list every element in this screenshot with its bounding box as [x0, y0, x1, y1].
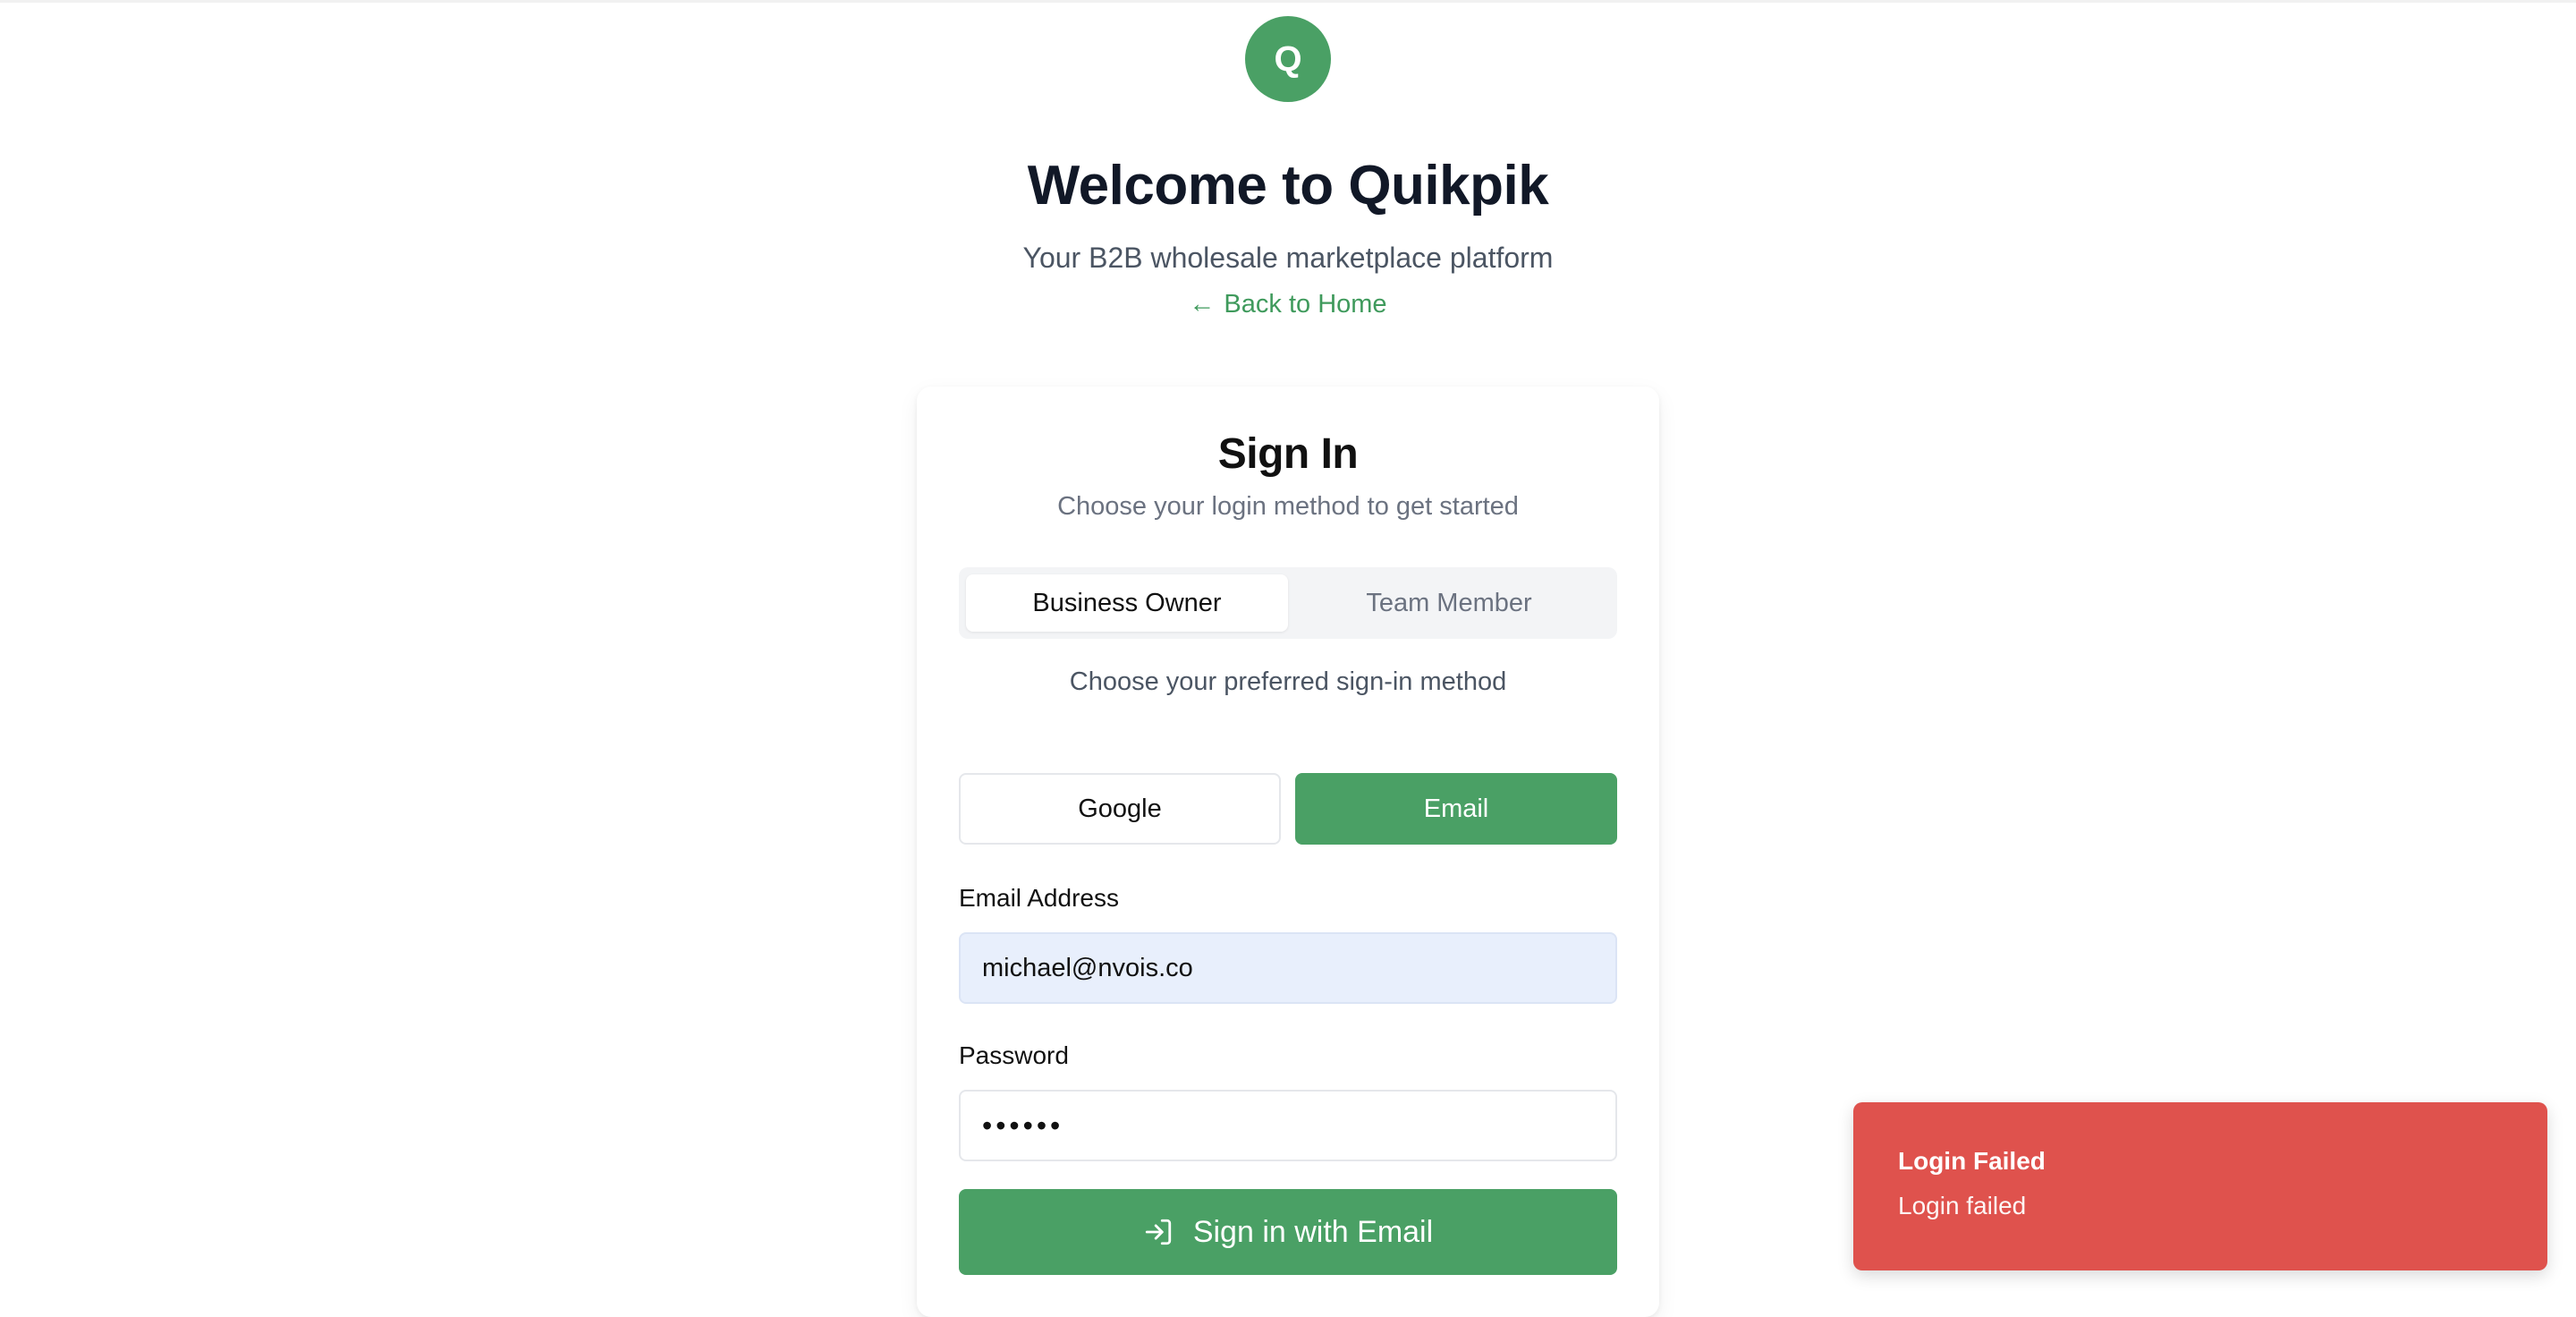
back-to-home-label: Back to Home — [1224, 290, 1387, 319]
card-title: Sign In — [1217, 430, 1359, 478]
tab-business-owner[interactable]: Business Owner — [966, 574, 1288, 632]
page-title: Welcome to Quikpik — [1027, 155, 1549, 217]
sign-in-card: Sign In Choose your login method to get … — [917, 387, 1659, 1317]
password-field-label: Password — [959, 1041, 1069, 1069]
sign-in-with-email-button[interactable]: Sign in with Email — [959, 1189, 1617, 1275]
google-method-button[interactable]: Google — [959, 773, 1281, 845]
page-subtitle: Your B2B wholesale marketplace platform — [1022, 242, 1554, 274]
back-to-home-link[interactable]: ← Back to Home — [0, 290, 2576, 319]
sign-in-method-options: Google Email — [959, 773, 1617, 846]
email-field[interactable] — [959, 932, 1617, 1004]
role-tabs: Business Owner Team Member — [959, 567, 1617, 639]
toast-title: Login Failed — [1898, 1147, 2046, 1175]
logo-letter: Q — [1274, 38, 1302, 79]
sign-in-button-label: Sign in with Email — [1192, 1214, 1434, 1249]
card-subtitle: Choose your login method to get started — [1057, 492, 1519, 521]
arrow-left-icon: ← — [1189, 290, 1216, 319]
email-field-label: Email Address — [959, 884, 1119, 912]
top-divider — [0, 0, 2576, 3]
method-hint: Choose your preferred sign-in method — [1069, 667, 1507, 696]
quikpik-logo: Q — [1245, 16, 1331, 102]
toast-description: Login failed — [1898, 1192, 2027, 1219]
log-in-icon — [1145, 1219, 1171, 1245]
password-field[interactable] — [959, 1090, 1617, 1161]
error-toast[interactable]: Login Failed Login failed — [1853, 1102, 2547, 1270]
tab-team-member[interactable]: Team Member — [1288, 574, 1610, 632]
email-method-button[interactable]: Email — [1295, 773, 1617, 845]
